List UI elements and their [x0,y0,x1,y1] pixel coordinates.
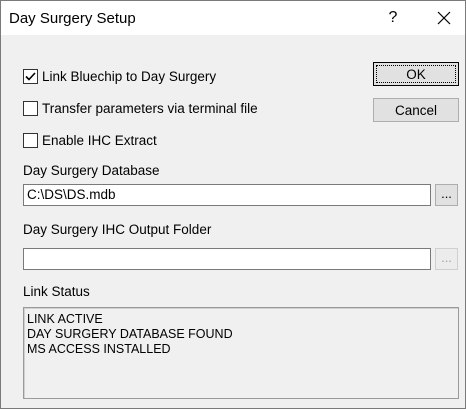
checkmark-icon [25,71,36,81]
link-bluechip-checkbox[interactable]: Link Bluechip to Day Surgery [23,66,216,86]
link-bluechip-label: Link Bluechip to Day Surgery [42,68,217,84]
status-line: MS ACCESS INSTALLED [27,342,171,356]
checkbox-box[interactable] [23,68,38,84]
transfer-params-label: Transfer parameters via terminal file [42,100,258,116]
ihc-output-input[interactable] [23,248,431,270]
status-line: LINK ACTIVE [27,312,103,326]
help-button[interactable]: ? [373,1,413,35]
dialog-window: Day Surgery Setup ? Link Bluechip to Day… [0,0,466,409]
database-browse-button[interactable]: ... [435,184,458,206]
ihc-output-label: Day Surgery IHC Output Folder [23,222,212,237]
link-status-label: Link Status [23,284,90,299]
dialog-body: Link Bluechip to Day Surgery Transfer pa… [1,35,465,408]
cancel-label: Cancel [394,103,438,118]
cancel-button[interactable]: Cancel [373,98,459,122]
enable-ihc-checkbox[interactable]: Enable IHC Extract [23,130,157,150]
database-label: Day Surgery Database [23,163,160,178]
focus-rect [376,65,456,83]
ok-button[interactable]: OK [373,62,459,86]
database-path-input[interactable]: C:\DS\DS.mdb [23,184,431,206]
ihc-output-browse-button[interactable]: ... [435,248,458,270]
checkbox-box[interactable] [23,132,38,148]
enable-ihc-label: Enable IHC Extract [42,132,157,148]
status-line: DAY SURGERY DATABASE FOUND [27,327,233,341]
link-status-box: LINK ACTIVE DAY SURGERY DATABASE FOUND M… [23,307,459,399]
window-title: Day Surgery Setup [9,10,136,27]
close-icon [437,11,451,25]
transfer-params-checkbox[interactable]: Transfer parameters via terminal file [23,98,258,118]
title-bar[interactable]: Day Surgery Setup ? [1,1,465,35]
checkbox-box[interactable] [23,100,38,116]
close-button[interactable] [423,1,465,35]
